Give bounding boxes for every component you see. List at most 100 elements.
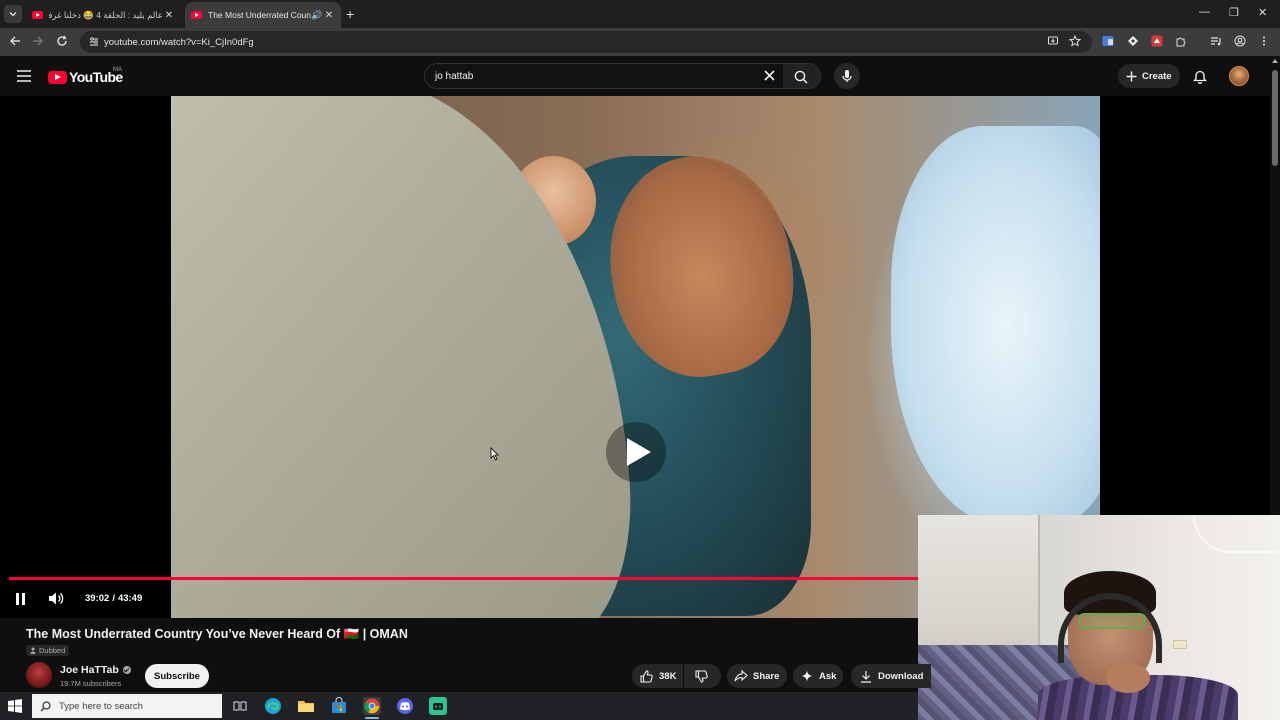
tab-title: عالم بليد : الحلقة 4 😂 دخلنا غرفة <box>49 9 163 20</box>
webcam-person-hand <box>1106 663 1150 693</box>
plus-icon <box>1126 71 1137 82</box>
file-explorer-icon[interactable] <box>297 697 315 715</box>
time-display: 39:02 / 43:49 <box>85 593 142 604</box>
country-code: MA <box>113 67 122 73</box>
webcam-overlay <box>918 515 1280 720</box>
play-overlay-icon[interactable] <box>598 420 674 484</box>
like-button[interactable]: 38K <box>632 664 683 688</box>
time-separator: / <box>112 593 115 604</box>
bookmark-star-icon[interactable] <box>1069 35 1083 49</box>
pause-icon[interactable] <box>14 592 27 606</box>
guide-menu-icon[interactable] <box>17 70 31 82</box>
minimize-icon[interactable]: — <box>1199 6 1210 18</box>
new-tab-icon[interactable]: + <box>346 6 354 22</box>
duration: 43:49 <box>117 593 143 604</box>
volume-icon[interactable] <box>48 591 64 606</box>
download-label: Download <box>878 670 924 682</box>
search-button[interactable] <box>783 63 821 89</box>
channel-name-link[interactable]: Joe HaTTab <box>60 664 131 676</box>
close-window-icon[interactable]: ✕ <box>1258 6 1267 19</box>
ask-button[interactable]: Ask <box>793 664 843 688</box>
webcam-wall-sign <box>1173 640 1187 649</box>
notifications-bell-icon[interactable] <box>1193 69 1207 84</box>
scroll-up-arrow-icon[interactable] <box>1272 59 1278 63</box>
edge-icon[interactable] <box>264 697 282 715</box>
taskbar-search-placeholder: Type here to search <box>59 700 143 712</box>
chrome-active-indicator <box>365 717 379 719</box>
task-view-icon[interactable] <box>231 697 249 715</box>
extension-red-icon[interactable] <box>1151 35 1165 49</box>
share-label: Share <box>753 670 780 682</box>
close-tab-icon[interactable]: ✕ <box>323 10 335 21</box>
channel-name: Joe HaTTab <box>60 664 119 676</box>
youtube-play-logo-icon <box>48 70 67 84</box>
verified-badge-icon <box>122 666 131 674</box>
current-time: 39:02 <box>85 593 110 604</box>
share-arrow-icon <box>734 670 748 682</box>
channel-avatar[interactable] <box>26 662 52 688</box>
subscriber-count: 19.7M subscribers <box>60 679 122 688</box>
store-icon[interactable] <box>330 697 348 715</box>
browser-tab-active[interactable]: The Most Underrated Country You've Never… <box>185 2 341 28</box>
voice-search-button[interactable] <box>834 63 860 89</box>
search-icon <box>794 70 808 84</box>
thumbs-up-icon <box>640 669 653 683</box>
install-app-icon[interactable] <box>1047 35 1061 49</box>
youtube-logo[interactable]: YouTube <box>48 69 123 85</box>
microphone-icon <box>841 69 853 83</box>
user-avatar[interactable] <box>1229 66 1249 86</box>
ask-label: Ask <box>819 670 837 682</box>
mouse-cursor-icon <box>490 447 499 461</box>
back-icon[interactable] <box>9 35 23 49</box>
dubbed-badge: Dubbed <box>26 645 70 656</box>
tab-search-icon[interactable] <box>4 5 22 23</box>
translate-extension-icon[interactable] <box>1102 35 1116 49</box>
dubbed-person-icon <box>30 647 37 654</box>
extension-diamond-icon[interactable] <box>1127 35 1141 49</box>
discord-icon[interactable] <box>396 697 414 715</box>
youtube-favicon-icon <box>191 11 202 19</box>
thumbs-down-icon <box>695 669 708 683</box>
dislike-button[interactable] <box>684 664 721 688</box>
address-bar[interactable]: youtube.com/watch?v=Ki_CjIn0dFg <box>80 31 1092 53</box>
reload-icon[interactable] <box>56 35 70 49</box>
video-title: The Most Underrated Country You’ve Never… <box>26 627 408 641</box>
download-button[interactable]: Download <box>851 664 931 688</box>
youtube-masthead: YouTube MA Create <box>0 56 1270 96</box>
close-tab-icon[interactable]: ✕ <box>163 10 175 21</box>
restore-icon[interactable]: ❐ <box>1229 6 1239 19</box>
dubbed-label: Dubbed <box>39 646 66 655</box>
browser-toolbar: youtube.com/watch?v=Ki_CjIn0dFg <box>0 28 1280 56</box>
search-icon <box>40 700 51 712</box>
profile-icon[interactable] <box>1234 35 1248 49</box>
download-icon <box>860 670 872 683</box>
like-count: 38K <box>659 670 677 682</box>
sparkle-icon <box>801 670 813 682</box>
browser-tab[interactable]: عالم بليد : الحلقة 4 😂 دخلنا غرفة ✕ <box>26 2 181 28</box>
chrome-icon[interactable] <box>363 697 381 715</box>
speaker-icon[interactable]: 🔊 <box>311 10 323 21</box>
subscribe-button[interactable]: Subscribe <box>145 664 209 688</box>
webcam-glasses <box>1078 613 1146 629</box>
windows-taskbar: Type here to search <box>0 692 918 720</box>
create-label: Create <box>1142 70 1172 82</box>
share-button[interactable]: Share <box>727 664 787 688</box>
forward-icon[interactable] <box>32 35 46 49</box>
youtube-favicon-icon <box>32 11 43 19</box>
tab-title: The Most Underrated Country You've Never… <box>208 10 311 20</box>
clear-search-icon[interactable] <box>764 70 775 81</box>
url-text: youtube.com/watch?v=Ki_CjIn0dFg <box>104 36 254 48</box>
browser-tab-bar: عالم بليد : الحلقة 4 😂 دخلنا غرفة ✕ The … <box>0 0 1280 28</box>
search-box[interactable] <box>424 63 784 89</box>
media-controls-icon[interactable] <box>1210 35 1224 49</box>
create-button[interactable]: Create <box>1118 64 1180 88</box>
browser-menu-icon[interactable] <box>1258 35 1272 49</box>
taskbar-search-box[interactable]: Type here to search <box>32 694 222 718</box>
search-input[interactable] <box>435 70 735 82</box>
scrollbar-thumb[interactable] <box>1272 70 1278 166</box>
video-scene-sleeve <box>891 126 1100 526</box>
app-icon[interactable] <box>429 697 447 715</box>
extensions-puzzle-icon[interactable] <box>1175 35 1189 49</box>
windows-start-icon[interactable] <box>8 699 22 713</box>
site-info-icon[interactable] <box>88 36 100 48</box>
